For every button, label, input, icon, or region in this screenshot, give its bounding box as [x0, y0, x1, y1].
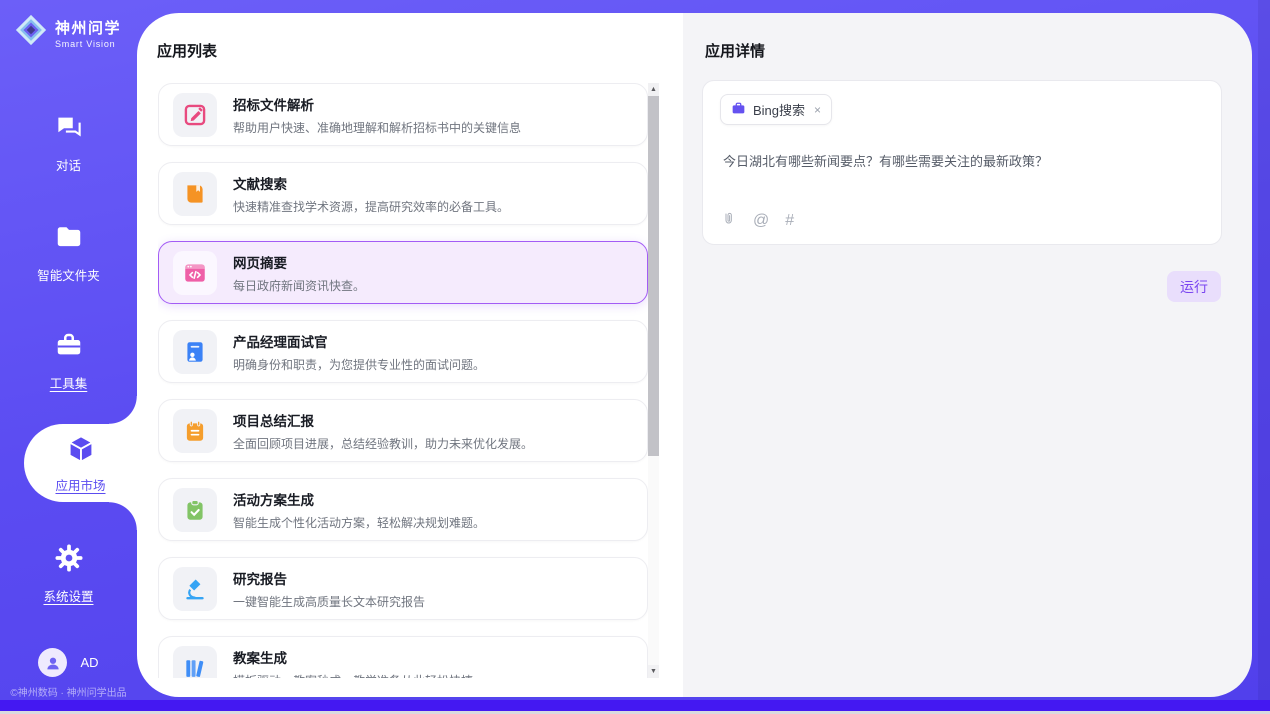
- sidebar-item-label: 系统设置: [43, 586, 93, 605]
- sidebar-item-app-market[interactable]: 应用市场: [24, 424, 137, 502]
- sidebar: 神州问学 Smart Vision 对话 智能文件夹 工具集: [0, 0, 137, 700]
- diamond-logo-icon: [14, 13, 48, 52]
- sidebar-item-chat[interactable]: 对话: [0, 112, 137, 174]
- chat-icon: [54, 112, 84, 147]
- brand-subtitle: Smart Vision: [55, 39, 121, 49]
- books-icon: [173, 646, 217, 679]
- composer-toolbar: @ #: [721, 210, 794, 232]
- app-card[interactable]: 教案生成模板驱动，教案秒成，教学准备从此轻松快捷: [158, 636, 648, 678]
- microscope-icon: [173, 567, 217, 611]
- bottom-accent-bar: [0, 700, 1270, 711]
- tag-remove-icon[interactable]: ×: [814, 103, 821, 117]
- app-card-description: 每日政府新闻资讯快查。: [233, 277, 365, 294]
- app-card-title: 文献搜索: [233, 173, 509, 193]
- document-user-icon: [173, 330, 217, 374]
- sidebar-item-toolset[interactable]: 工具集: [0, 330, 137, 392]
- run-button[interactable]: 运行: [1167, 271, 1221, 302]
- sidebar-item-label: 工具集: [50, 373, 88, 392]
- user-avatar-icon: [38, 648, 67, 677]
- right-edge-strip: [1258, 0, 1270, 700]
- app-detail-title: 应用详情: [705, 40, 765, 61]
- sidebar-item-label: 智能文件夹: [37, 265, 100, 284]
- app-card-title: 教案生成: [233, 647, 473, 667]
- sidebar-item-settings[interactable]: 系统设置: [0, 543, 137, 605]
- app-list-panel: 应用列表 招标文件解析帮助用户快速、准确地理解和解析招标书中的关键信息 文献搜索…: [137, 13, 683, 697]
- app-card-title: 招标文件解析: [233, 94, 521, 114]
- sidebar-item-label: 对话: [56, 155, 81, 174]
- app-card[interactable]: 招标文件解析帮助用户快速、准确地理解和解析招标书中的关键信息: [158, 83, 648, 146]
- brand-name: 神州问学: [55, 17, 121, 38]
- sidebar-item-smart-folder[interactable]: 智能文件夹: [0, 222, 137, 284]
- app-card-title: 项目总结汇报: [233, 410, 533, 430]
- content-area: 应用列表 招标文件解析帮助用户快速、准确地理解和解析招标书中的关键信息 文献搜索…: [137, 13, 1252, 697]
- app-detail-panel: 应用详情 Bing搜索 × 今日湖北有哪些新闻要点？有哪些需要关注的最新政策？: [683, 13, 1252, 697]
- cube-icon: [65, 433, 97, 470]
- app-card[interactable]: 项目总结汇报全面回顾项目进展，总结经验教训，助力未来优化发展。: [158, 399, 648, 462]
- app-list-scrollbar[interactable]: ▲ ▼: [648, 83, 659, 678]
- tool-tag-bing-search[interactable]: Bing搜索 ×: [720, 94, 832, 125]
- sidebar-item-label: 应用市场: [55, 475, 105, 494]
- prompt-card: Bing搜索 × 今日湖北有哪些新闻要点？有哪些需要关注的最新政策？ @ #: [702, 80, 1222, 245]
- app-list-title: 应用列表: [157, 40, 217, 61]
- scrollbar-down-arrow[interactable]: ▼: [648, 665, 659, 678]
- app-card-description: 智能生成个性化活动方案，轻松解决规划难题。: [233, 514, 485, 531]
- hash-icon[interactable]: #: [785, 213, 794, 229]
- clipboard-check-icon: [173, 488, 217, 532]
- at-icon[interactable]: @: [753, 213, 769, 229]
- brand-logo: 神州问学 Smart Vision: [14, 13, 121, 52]
- scrollbar-thumb[interactable]: [648, 96, 659, 456]
- paperclip-icon[interactable]: [721, 210, 737, 232]
- app-card-description: 快速精准查找学术资源，提高研究效率的必备工具。: [233, 198, 509, 215]
- tool-tag-label: Bing搜索: [753, 100, 805, 119]
- app-card-title: 网页摘要: [233, 252, 365, 272]
- app-card-title: 活动方案生成: [233, 489, 485, 509]
- app-card-description: 全面回顾项目进展，总结经验教训，助力未来优化发展。: [233, 435, 533, 452]
- app-card-description: 明确身份和职责，为您提供专业性的面试问题。: [233, 356, 485, 373]
- notepad-icon: [173, 409, 217, 453]
- app-card[interactable]: 研究报告一键智能生成高质量长文本研究报告: [158, 557, 648, 620]
- briefcase-icon: [731, 101, 746, 119]
- app-card[interactable]: 活动方案生成智能生成个性化活动方案，轻松解决规划难题。: [158, 478, 648, 541]
- folder-icon: [54, 222, 84, 257]
- app-card-description: 一键智能生成高质量长文本研究报告: [233, 593, 425, 610]
- query-text[interactable]: 今日湖北有哪些新闻要点？有哪些需要关注的最新政策？: [723, 151, 1203, 170]
- scrollbar-up-arrow[interactable]: ▲: [648, 83, 659, 96]
- user-name: AD: [80, 655, 98, 670]
- app-card[interactable]: 文献搜索快速精准查找学术资源，提高研究效率的必备工具。: [158, 162, 648, 225]
- browser-code-icon: [173, 251, 217, 295]
- app-card-title: 研究报告: [233, 568, 425, 588]
- app-card[interactable]: 网页摘要每日政府新闻资讯快查。: [158, 241, 648, 304]
- user-account[interactable]: AD: [0, 648, 137, 677]
- pen-edit-icon: [173, 93, 217, 137]
- gear-icon: [54, 543, 84, 578]
- book-icon: [173, 172, 217, 216]
- app-card-title: 产品经理面试官: [233, 331, 485, 351]
- copyright-text: ©神州数码 · 神州问学出品: [0, 684, 137, 699]
- app-card-description: 帮助用户快速、准确地理解和解析招标书中的关键信息: [233, 119, 521, 136]
- app-card[interactable]: 产品经理面试官明确身份和职责，为您提供专业性的面试问题。: [158, 320, 648, 383]
- toolbox-icon: [54, 330, 84, 365]
- app-card-description: 模板驱动，教案秒成，教学准备从此轻松快捷: [233, 672, 473, 679]
- app-list: 招标文件解析帮助用户快速、准确地理解和解析招标书中的关键信息 文献搜索快速精准查…: [158, 83, 648, 678]
